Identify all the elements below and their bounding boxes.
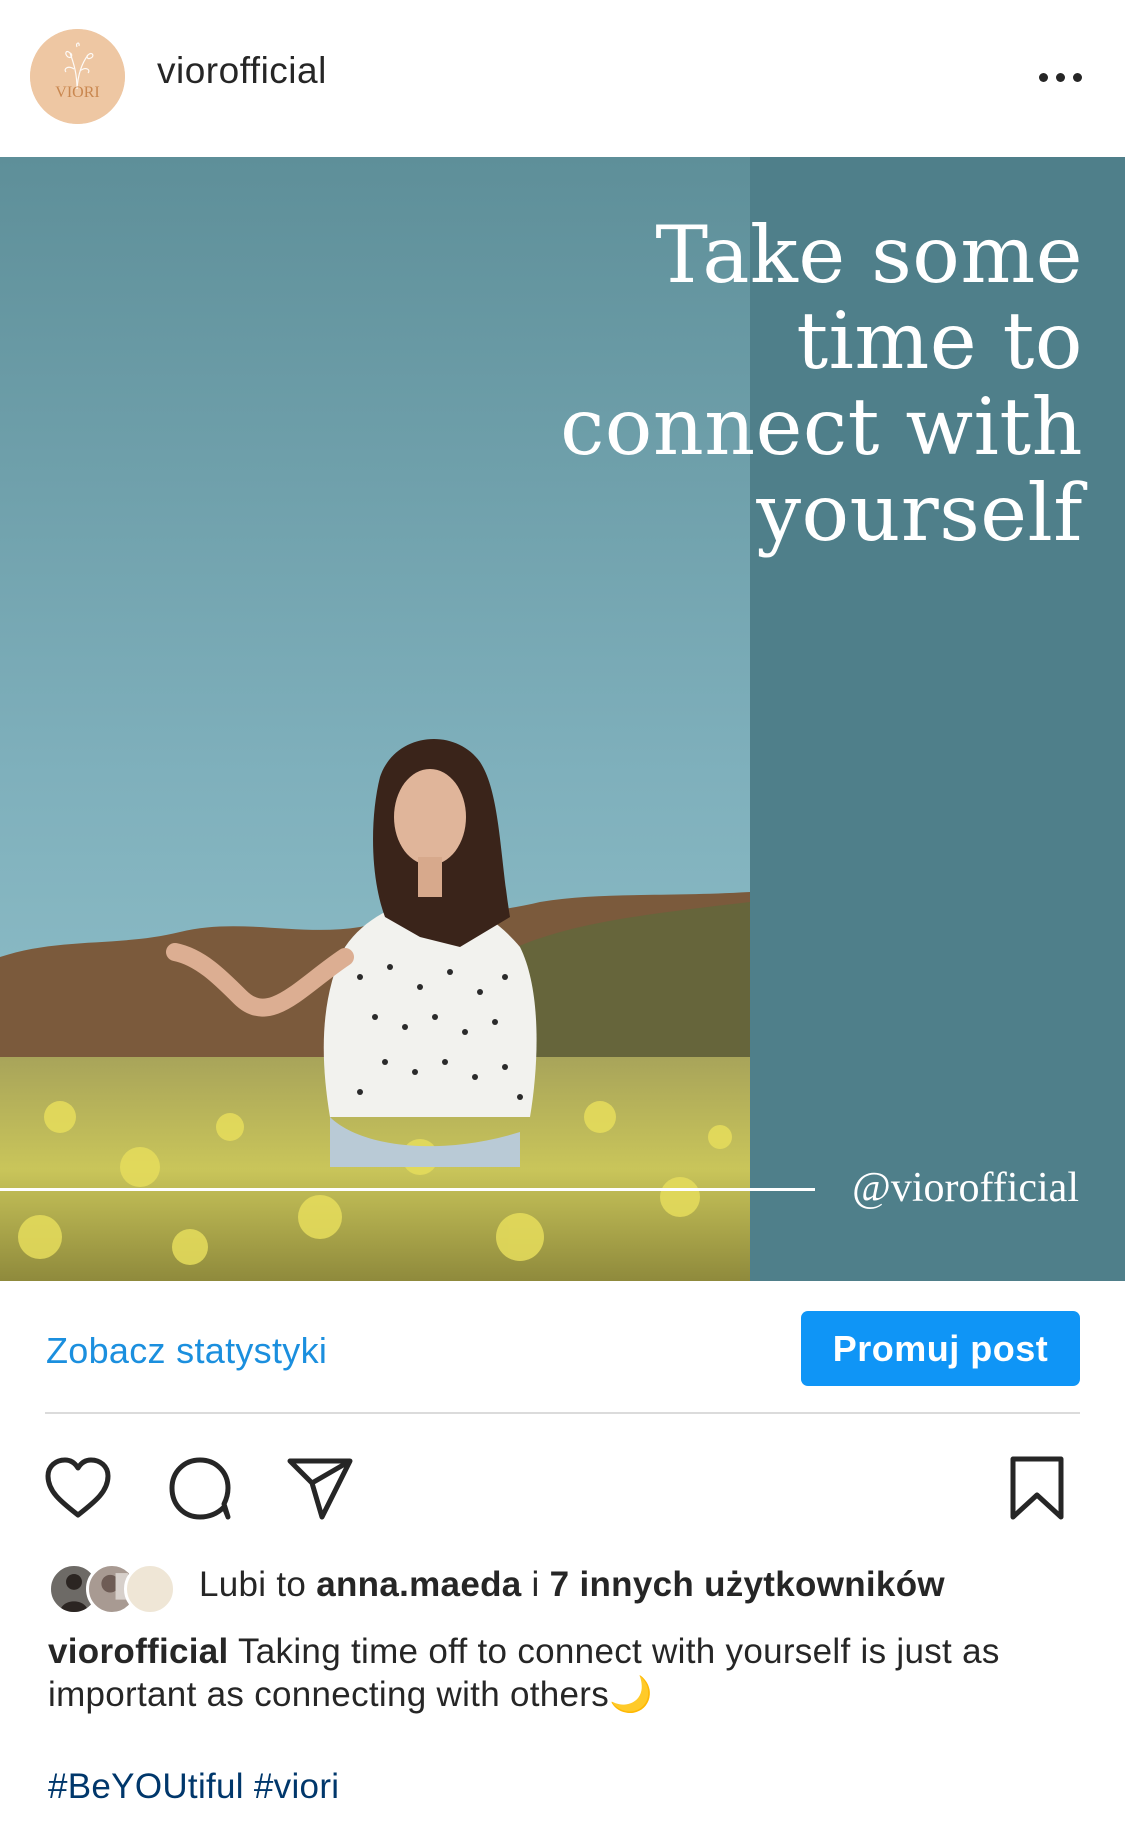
caption-hashtags[interactable]: #BeYOUtiful #viori xyxy=(48,1767,339,1807)
viori-logo-icon: VIORI xyxy=(30,29,125,124)
svg-text:VIORI: VIORI xyxy=(55,84,99,101)
post-quote: Take some time to connect with yourself xyxy=(560,209,1083,559)
post-caption: viorofficial Taking time off to connect … xyxy=(48,1630,1088,1716)
comment-icon[interactable] xyxy=(164,1455,236,1521)
header-username[interactable]: viorofficial xyxy=(157,50,327,92)
likers-avatars[interactable] xyxy=(48,1563,180,1615)
more-horizontal-icon[interactable] xyxy=(1030,62,1090,92)
likes-summary[interactable]: Lubi to anna.maeda i 7 innych użytkownik… xyxy=(199,1565,945,1605)
post-image[interactable]: Take some time to connect with yourself … xyxy=(0,157,1125,1281)
bookmark-icon[interactable] xyxy=(1003,1455,1071,1521)
post-header: VIORI viorofficial xyxy=(0,0,1125,157)
profile-avatar[interactable]: VIORI xyxy=(30,29,125,124)
heart-icon[interactable] xyxy=(42,1455,114,1521)
caption-username[interactable]: viorofficial xyxy=(48,1632,229,1671)
divider xyxy=(45,1412,1080,1414)
view-insights-link[interactable]: Zobacz statystyki xyxy=(46,1330,327,1372)
avatar xyxy=(124,1563,176,1615)
promote-post-button[interactable]: Promuj post xyxy=(801,1311,1080,1386)
share-icon[interactable] xyxy=(284,1455,356,1521)
decorative-line xyxy=(0,1188,815,1191)
post-handle: @viorofficial xyxy=(852,1165,1079,1211)
